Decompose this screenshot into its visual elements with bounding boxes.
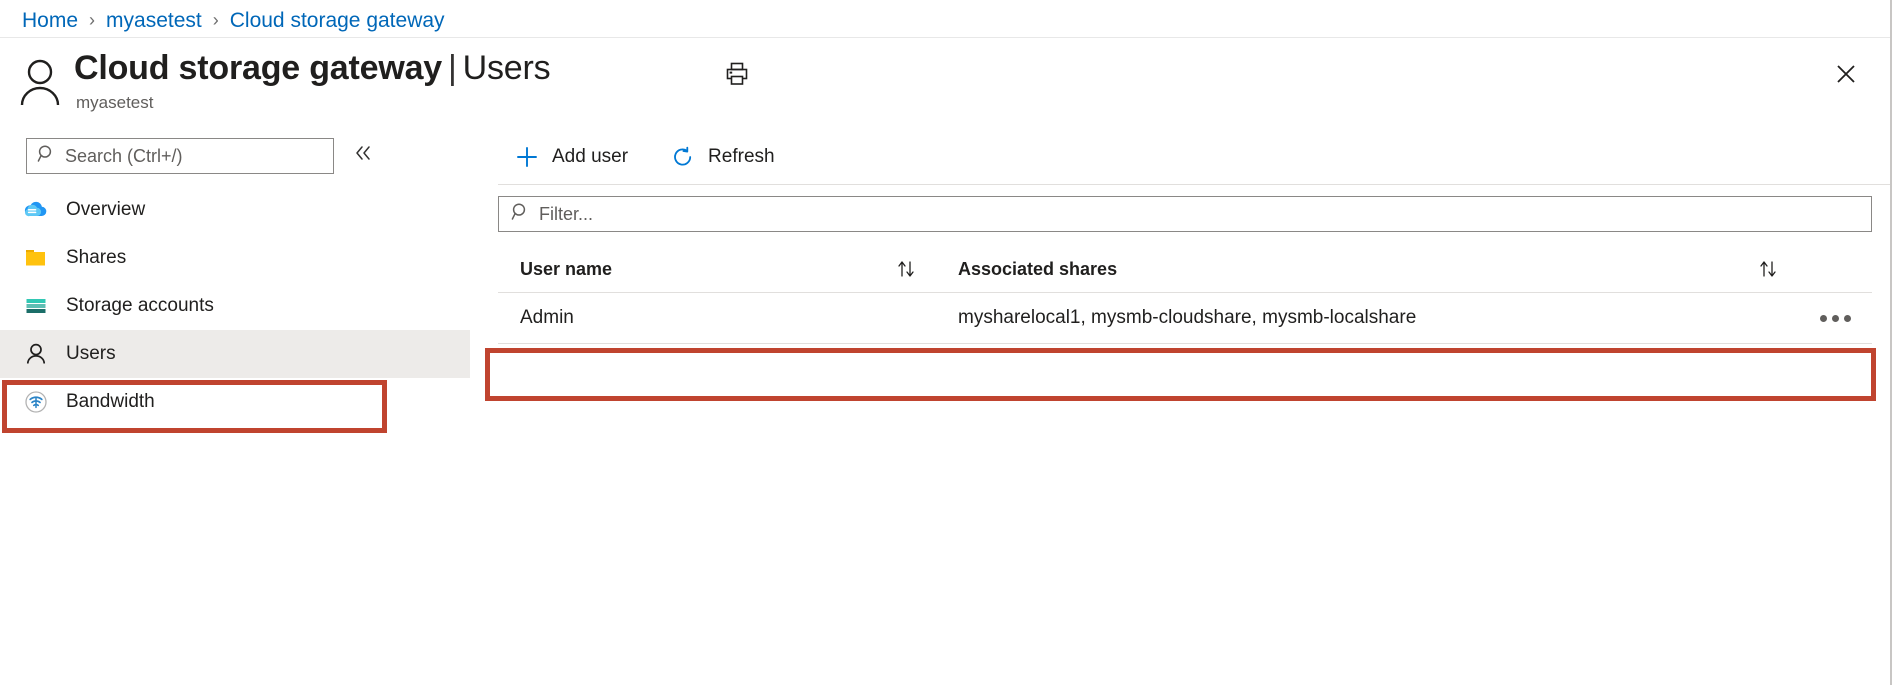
refresh-button[interactable]: Refresh — [660, 137, 785, 177]
sidebar-nav: Overview Shares Storage accounts Users B… — [0, 186, 470, 426]
column-header-user-name[interactable]: User name — [498, 259, 936, 280]
page-title-resource: Cloud storage gateway — [74, 49, 442, 87]
filter-input[interactable]: Filter... — [498, 196, 1872, 232]
blade-header: Cloud storage gateway | Users myasetest — [0, 42, 1890, 124]
add-user-button[interactable]: Add user — [504, 137, 638, 177]
refresh-icon — [670, 144, 696, 170]
sidebar-item-label: Bandwidth — [66, 391, 155, 412]
sidebar-item-users[interactable]: Users — [0, 330, 470, 378]
breadcrumb: Home › myasetest › Cloud storage gateway — [22, 6, 445, 36]
search-icon — [37, 144, 56, 168]
sidebar-item-label: Overview — [66, 199, 146, 220]
sidebar-item-label: Users — [66, 343, 116, 364]
more-options-icon[interactable] — [1813, 301, 1857, 335]
cell-associated-shares: mysharelocal1, mysmb-cloudshare, mysmb-l… — [936, 307, 1798, 329]
breadcrumb-item-home[interactable]: Home — [22, 9, 78, 33]
user-icon — [22, 340, 50, 368]
sidebar-item-overview[interactable]: Overview — [0, 186, 470, 234]
close-icon — [1834, 62, 1858, 91]
refresh-label: Refresh — [708, 146, 775, 167]
search-input[interactable]: Search (Ctrl+/) — [26, 138, 334, 174]
cell-text: Admin — [520, 307, 574, 328]
cloud-icon — [22, 196, 50, 224]
users-table: User name Associated shares Admin myshar… — [498, 246, 1872, 344]
header-divider — [0, 37, 1890, 38]
dot — [1819, 314, 1827, 322]
user-avatar-icon — [18, 58, 62, 106]
page-subtitle: myasetest — [76, 93, 154, 112]
search-placeholder: Search (Ctrl+/) — [65, 145, 183, 166]
azure-portal-blade: Home › myasetest › Cloud storage gateway… — [0, 0, 1892, 685]
row-actions — [1798, 301, 1872, 335]
sidebar-item-label: Shares — [66, 247, 127, 268]
sidebar-item-shares[interactable]: Shares — [0, 234, 470, 282]
page-title: Cloud storage gateway | Users — [74, 49, 551, 88]
blade-content: Add user Refresh Filter... User name Ass… — [470, 128, 1890, 685]
cell-user-name: Admin — [498, 307, 936, 329]
filter-placeholder: Filter... — [539, 203, 594, 224]
print-button[interactable] — [715, 54, 759, 98]
column-header-label: User name — [520, 258, 613, 279]
breadcrumb-item-myasetest[interactable]: myasetest — [106, 9, 202, 33]
blade-sidebar: Search (Ctrl+/) Overview Shares Storage … — [0, 128, 470, 685]
bandwidth-icon — [22, 388, 50, 416]
dot — [1843, 314, 1851, 322]
storage-account-icon — [22, 292, 50, 320]
collapse-sidebar-button[interactable] — [347, 140, 379, 172]
command-bar-divider — [498, 184, 1890, 185]
command-bar: Add user Refresh — [470, 132, 807, 182]
chevron-double-left-icon — [353, 143, 373, 169]
cell-text: mysharelocal1, mysmb-cloudshare, mysmb-l… — [958, 307, 1417, 328]
page-title-separator: | — [448, 49, 457, 87]
folder-icon — [22, 244, 50, 272]
add-user-label: Add user — [552, 146, 629, 167]
sidebar-item-label: Storage accounts — [66, 295, 214, 316]
close-button[interactable] — [1824, 54, 1868, 98]
page-title-section: Users — [462, 49, 551, 87]
table-row[interactable]: Admin mysharelocal1, mysmb-cloudshare, m… — [498, 293, 1872, 344]
breadcrumb-item-cloud-storage-gateway[interactable]: Cloud storage gateway — [230, 9, 445, 33]
column-header-label: Associated shares — [958, 258, 1118, 279]
breadcrumb-separator-icon: › — [212, 9, 219, 30]
table-header-row: User name Associated shares — [498, 246, 1872, 293]
sidebar-item-bandwidth[interactable]: Bandwidth — [0, 378, 470, 426]
breadcrumb-separator-icon: › — [89, 9, 96, 30]
sort-updown-icon[interactable] — [1756, 258, 1780, 280]
column-header-associated-shares[interactable]: Associated shares — [936, 259, 1798, 280]
sidebar-item-storage-accounts[interactable]: Storage accounts — [0, 282, 470, 330]
search-icon — [511, 202, 530, 226]
sort-updown-icon[interactable] — [894, 258, 918, 280]
print-icon — [724, 61, 750, 92]
plus-icon — [514, 144, 540, 170]
dot — [1831, 314, 1839, 322]
